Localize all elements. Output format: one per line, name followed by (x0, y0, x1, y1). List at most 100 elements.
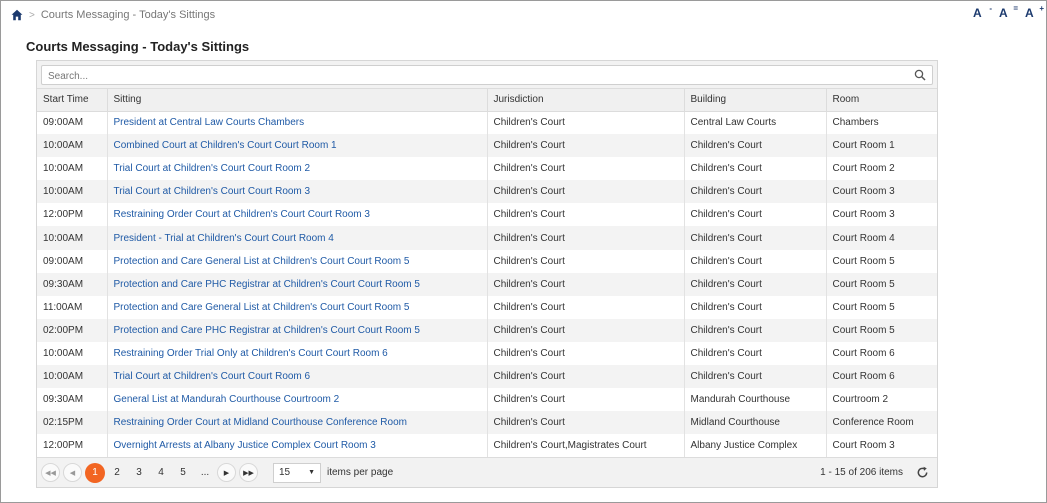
cell-building: Children's Court (684, 318, 827, 342)
table-row[interactable]: 12:00PM Overnight Arrests at Albany Justi… (37, 434, 937, 458)
home-icon[interactable] (11, 9, 23, 21)
prev-page-button[interactable]: ◀ (63, 463, 82, 482)
table-row[interactable]: 11:00AM Protection and Care General List … (37, 295, 937, 319)
cell-start-time: 11:00AM (37, 295, 108, 319)
cell-room: Court Room 4 (826, 226, 937, 250)
items-info: 1 - 15 of 206 items (820, 467, 903, 478)
cell-jurisdiction: Children's Court (487, 111, 685, 135)
cell-building: Children's Court (684, 157, 827, 181)
breadcrumb-current: Courts Messaging - Today's Sittings (40, 9, 216, 21)
column-header-room[interactable]: Room (826, 89, 937, 112)
cell-building: Mandurah Courthouse (684, 388, 827, 412)
refresh-icon[interactable] (916, 466, 929, 479)
sitting-link[interactable]: Restraining Order Trial Only at Children… (107, 341, 488, 366)
sitting-link[interactable]: Trial Court at Children's Court Court Ro… (107, 157, 488, 181)
first-page-button[interactable]: ◀◀ (41, 463, 60, 482)
items-per-page-label: items per page (327, 467, 394, 478)
table-row[interactable]: 10:00AM Combined Court at Children's Cour… (37, 134, 937, 158)
cell-room: Court Room 6 (826, 365, 937, 389)
cell-building: Children's Court (684, 365, 827, 389)
cell-jurisdiction: Children's Court (487, 157, 685, 181)
table-row[interactable]: 12:00PM Restraining Order Court at Childr… (37, 203, 937, 227)
cell-start-time: 10:00AM (37, 341, 108, 366)
search-icon[interactable] (914, 69, 926, 81)
cell-start-time: 09:30AM (37, 272, 108, 296)
page-2-button[interactable]: 2 (107, 463, 127, 483)
column-header-sitting[interactable]: Sitting (107, 89, 488, 112)
sittings-grid: Start Time Sitting Jurisdiction Building… (36, 60, 938, 488)
page-3-button[interactable]: 3 (129, 463, 149, 483)
cell-jurisdiction: Children's Court (487, 203, 685, 227)
cell-jurisdiction: Children's Court (487, 180, 685, 204)
more-pages-button[interactable]: ... (195, 463, 215, 483)
sitting-link[interactable]: Protection and Care General List at Chil… (107, 295, 488, 319)
sitting-link[interactable]: Restraining Order Court at Children's Co… (107, 203, 488, 227)
page-size-select[interactable]: 15 ▼ (273, 462, 321, 483)
table-row[interactable]: 10:00AM Trial Court at Children's Court C… (37, 157, 937, 181)
cell-room: Court Room 5 (832, 301, 895, 313)
page-5-button[interactable]: 5 (173, 463, 193, 483)
cell-room: Court Room 5 (826, 318, 937, 342)
table-row[interactable]: 02:00PM Protection and Care PHC Registrar… (37, 318, 937, 342)
cell-jurisdiction: Children's Court (487, 411, 685, 435)
sitting-link[interactable]: President at Central Law Courts Chambers (107, 111, 488, 135)
cell-jurisdiction: Children's Court (487, 134, 685, 158)
table-row[interactable]: 09:00AM President at Central Law Courts C… (37, 111, 937, 135)
cell-room: Court Room 5 (832, 255, 895, 267)
table-row[interactable]: 02:15PM Restraining Order Court at Midlan… (37, 411, 937, 435)
cell-room: Chambers (832, 117, 879, 129)
sitting-link[interactable]: Restraining Order Court at Midland Court… (107, 411, 488, 435)
column-header-start-time[interactable]: Start Time (37, 89, 108, 112)
sitting-link[interactable]: Trial Court at Children's Court Court Ro… (107, 365, 488, 389)
cell-building: Midland Courthouse (684, 411, 827, 435)
table-row[interactable]: 09:30AM General List at Mandurah Courthou… (37, 388, 937, 412)
next-page-button[interactable]: ▶ (217, 463, 236, 482)
cell-building: Central Law Courts (684, 111, 827, 135)
search-input[interactable] (42, 67, 932, 86)
table-row[interactable]: 09:00AM Protection and Care General List … (37, 249, 937, 273)
page-4-button[interactable]: 4 (151, 463, 171, 483)
table-row[interactable]: 10:00AM Trial Court at Children's Court C… (37, 180, 937, 204)
cell-start-time: 02:15PM (37, 411, 108, 435)
cell-start-time: 10:00AM (37, 226, 108, 250)
table-row[interactable]: 10:00AM Restraining Order Trial Only at C… (37, 341, 937, 366)
sitting-link[interactable]: Protection and Care PHC Registrar at Chi… (107, 272, 488, 296)
cell-room: Courtroom 2 (832, 394, 889, 406)
sitting-link[interactable]: President - Trial at Children's Court Co… (107, 226, 488, 250)
sitting-link[interactable]: Combined Court at Children's Court Court… (107, 134, 488, 158)
cell-start-time: 10:00AM (37, 134, 108, 158)
breadcrumb-separator: > (29, 9, 35, 21)
cell-jurisdiction: Children's Court (487, 318, 685, 342)
cell-start-time: 12:00PM (37, 434, 108, 458)
cell-building: Albany Justice Complex (684, 434, 827, 458)
cell-building: Children's Court (684, 203, 827, 227)
reset-font-button[interactable]: A = (999, 4, 1018, 22)
column-header-building[interactable]: Building (684, 89, 827, 112)
sitting-link[interactable]: Protection and Care PHC Registrar at Chi… (107, 318, 488, 342)
page-1-button[interactable]: 1 (85, 462, 105, 483)
sitting-link[interactable]: General List at Mandurah Courthouse Cour… (107, 388, 488, 412)
table-row[interactable]: 09:30AM Protection and Care PHC Registrar… (37, 272, 937, 296)
sitting-link[interactable]: Overnight Arrests at Albany Justice Comp… (107, 434, 488, 458)
column-header-jurisdiction[interactable]: Jurisdiction (487, 89, 685, 112)
sitting-link[interactable]: Trial Court at Children's Court Court Ro… (107, 180, 488, 204)
cell-jurisdiction: Children's Court,Magistrates Court (487, 434, 685, 458)
cell-start-time: 12:00PM (37, 203, 108, 227)
table-row[interactable]: 10:00AM President - Trial at Children's C… (37, 226, 937, 250)
decrease-font-button[interactable]: A- (973, 4, 992, 22)
sitting-link[interactable]: Protection and Care General List at Chil… (107, 249, 488, 273)
cell-building: Children's Court (684, 272, 827, 296)
cell-room: Court Room 1 (826, 134, 937, 158)
table-row[interactable]: 10:00AM Trial Court at Children's Court C… (37, 365, 937, 389)
cell-building: Children's Court (684, 341, 827, 366)
pager: ◀◀ ◀ 1 2 3 4 5 ... ▶ ▶▶ 15 ▼ items per p… (37, 457, 937, 487)
cell-start-time: 10:00AM (37, 180, 108, 204)
cell-room: Court Room 3 (832, 440, 895, 452)
cell-jurisdiction: Children's Court (487, 295, 685, 319)
cell-room: Court Room 3 (832, 209, 895, 221)
cell-building: Children's Court (684, 249, 827, 273)
increase-font-button[interactable]: A + (1025, 4, 1044, 22)
cell-jurisdiction: Children's Court (487, 365, 685, 389)
cell-start-time: 09:00AM (37, 249, 108, 273)
last-page-button[interactable]: ▶▶ (239, 463, 258, 482)
